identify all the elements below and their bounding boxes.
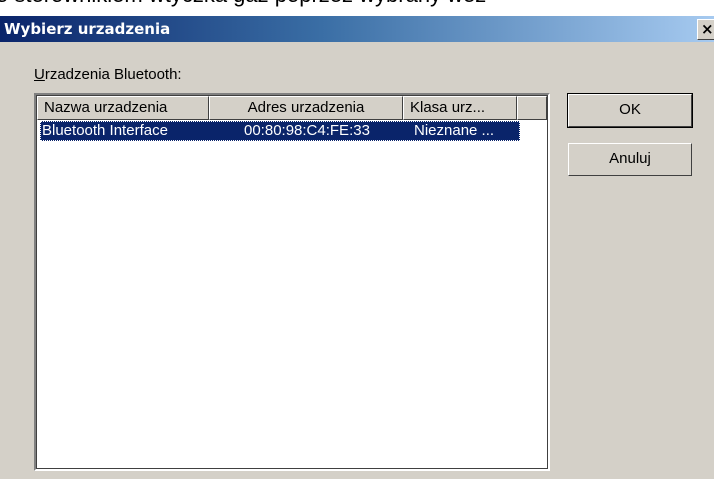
bluetooth-devices-label: Urzadzenia Bluetooth: xyxy=(34,66,182,84)
column-header-filler xyxy=(517,96,547,120)
close-icon: × xyxy=(701,20,714,38)
select-devices-dialog: Wybierz urzadzenia × Urzadzenia Bluetoot… xyxy=(0,16,714,479)
column-header-name[interactable]: Nazwa urzadzenia xyxy=(37,96,209,120)
device-address-cell: 00:80:98:C4:FE:33 xyxy=(212,121,406,141)
column-header-address[interactable]: Adres urzadzenia xyxy=(209,96,403,120)
background-window-text: o sterownikiem wtyczka gaz poprzez wybra… xyxy=(0,0,714,8)
device-name-cell: Bluetooth Interface xyxy=(40,121,212,141)
label-text: rzadzenia Bluetooth: xyxy=(44,66,182,83)
devices-listview[interactable]: Nazwa urzadzenia Adres urzadzenia Klasa … xyxy=(34,93,550,471)
dialog-title: Wybierz urzadzenia xyxy=(4,20,171,38)
device-class-cell: Nieznane ... xyxy=(406,121,520,141)
dialog-titlebar[interactable]: Wybierz urzadzenia × xyxy=(0,16,714,42)
close-button[interactable]: × xyxy=(697,19,714,40)
column-header-class[interactable]: Klasa urz... xyxy=(403,96,517,120)
ok-button[interactable]: OK xyxy=(567,93,693,128)
label-accelerator: U xyxy=(34,66,45,83)
listview-header: Nazwa urzadzenia Adres urzadzenia Klasa … xyxy=(37,96,547,120)
cancel-button[interactable]: Anuluj xyxy=(568,143,692,176)
list-item-device[interactable]: Bluetooth Interface 00:80:98:C4:FE:33 Ni… xyxy=(40,121,520,141)
